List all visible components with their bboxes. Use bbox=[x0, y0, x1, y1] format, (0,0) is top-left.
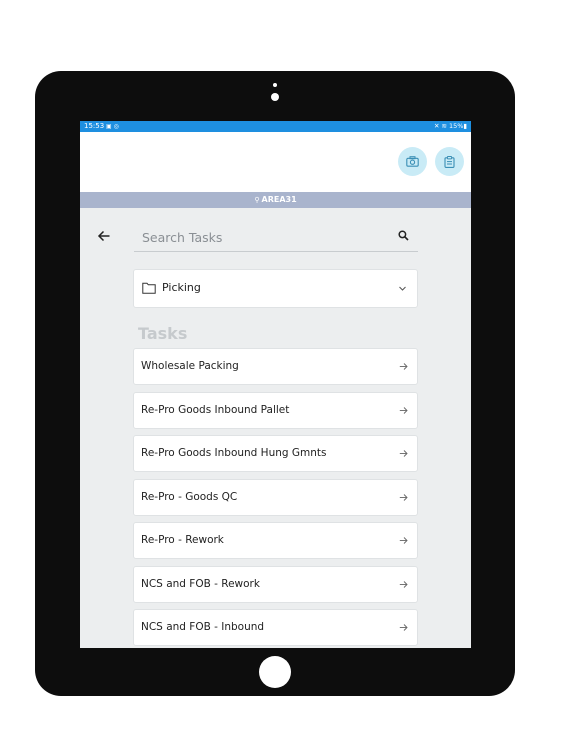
category-selected: Picking bbox=[162, 281, 201, 294]
chevron-down-icon bbox=[399, 286, 406, 291]
status-bar: 15:53 ▣ ◎ ✕ ≋ 15%▮ bbox=[80, 121, 471, 132]
task-label: NCS and FOB - Rework bbox=[141, 578, 260, 590]
search-bar bbox=[134, 221, 418, 252]
clipboard-icon bbox=[444, 155, 455, 168]
front-sensor bbox=[273, 83, 277, 87]
task-label: Re-Pro Goods Inbound Hung Gmnts bbox=[141, 447, 327, 459]
task-label: Re-Pro - Goods QC bbox=[141, 491, 238, 503]
front-camera bbox=[271, 93, 279, 101]
location-bar: ⚲ AREA31 bbox=[80, 192, 471, 208]
task-label: NCS and FOB - Inbound bbox=[141, 621, 265, 633]
arrow-right-icon bbox=[399, 624, 408, 631]
notification-icons: ▣ ◎ bbox=[106, 123, 119, 130]
arrow-right-icon bbox=[399, 581, 408, 588]
arrow-right-icon bbox=[399, 407, 408, 414]
arrow-right-icon bbox=[399, 450, 408, 457]
clipboard-button[interactable] bbox=[435, 147, 464, 176]
search-icon[interactable] bbox=[398, 230, 409, 241]
app-header bbox=[80, 132, 471, 192]
system-status-icons: ✕ ≋ 15%▮ bbox=[433, 122, 467, 130]
task-item[interactable]: NCS and FOB - Rework bbox=[133, 566, 418, 603]
search-input[interactable] bbox=[140, 225, 384, 249]
back-arrow-icon[interactable] bbox=[97, 229, 111, 243]
task-label: Re-Pro - Rework bbox=[141, 534, 224, 546]
task-label: Wholesale Packing bbox=[141, 360, 239, 372]
arrow-right-icon bbox=[399, 363, 408, 370]
task-item[interactable]: Re-Pro Goods Inbound Pallet bbox=[133, 392, 418, 429]
task-item[interactable]: Wholesale Packing bbox=[133, 348, 418, 385]
task-item[interactable]: Re-Pro - Goods QC bbox=[133, 479, 418, 516]
location-name: AREA31 bbox=[261, 195, 297, 204]
app-screen: 15:53 ▣ ◎ ✕ ≋ 15%▮ ⚲ AREA31 Search Tasks… bbox=[80, 121, 471, 648]
camera-icon bbox=[406, 156, 419, 167]
task-item[interactable]: Re-Pro Goods Inbound Hung Gmnts bbox=[133, 435, 418, 472]
arrow-right-icon bbox=[399, 494, 408, 501]
category-dropdown[interactable]: Picking bbox=[133, 269, 418, 308]
status-time: 15:53 bbox=[84, 122, 105, 130]
task-item[interactable]: NCS and FOB - Inbound bbox=[133, 609, 418, 646]
task-label: Re-Pro Goods Inbound Pallet bbox=[141, 404, 290, 416]
camera-button[interactable] bbox=[398, 147, 427, 176]
task-item[interactable]: Re-Pro - Rework bbox=[133, 522, 418, 559]
home-button[interactable] bbox=[259, 656, 291, 688]
tasks-heading: Tasks bbox=[138, 324, 188, 343]
arrow-right-icon bbox=[399, 537, 408, 544]
location-pin-icon: ⚲ bbox=[254, 196, 260, 204]
folder-icon bbox=[142, 282, 156, 294]
